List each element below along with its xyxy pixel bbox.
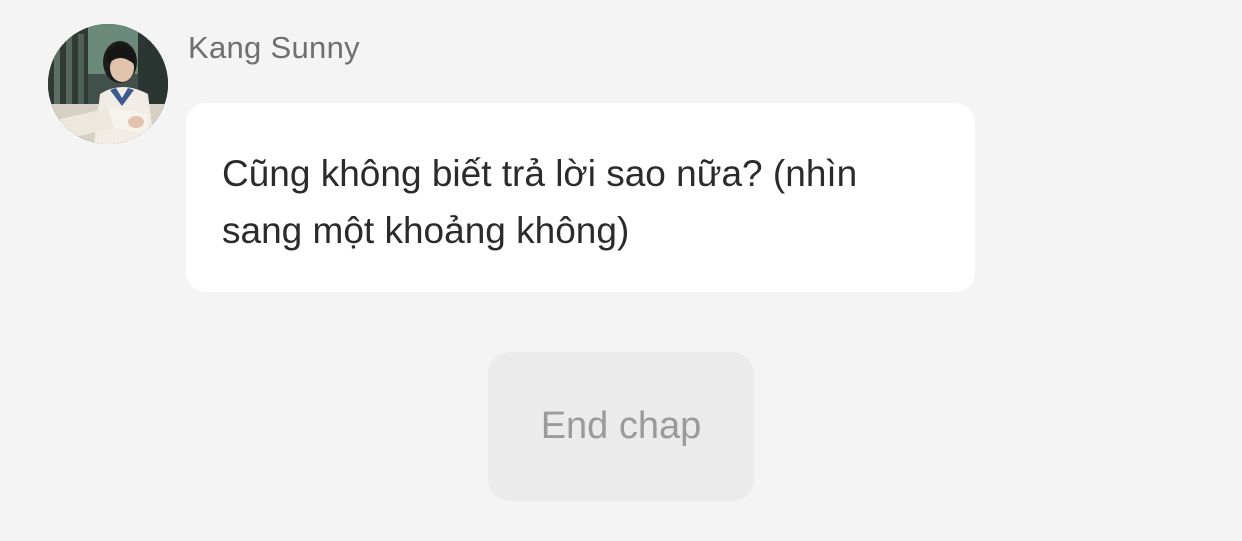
message-bubble: Cũng không biết trả lời sao nữa? (nhìn s… [186,103,975,292]
sender-name: Kang Sunny [188,30,360,65]
end-chap-button[interactable]: End chap [488,352,754,501]
avatar[interactable] [48,24,168,144]
message-text: Cũng không biết trả lời sao nữa? (nhìn s… [222,153,858,251]
avatar-photo [48,24,168,144]
